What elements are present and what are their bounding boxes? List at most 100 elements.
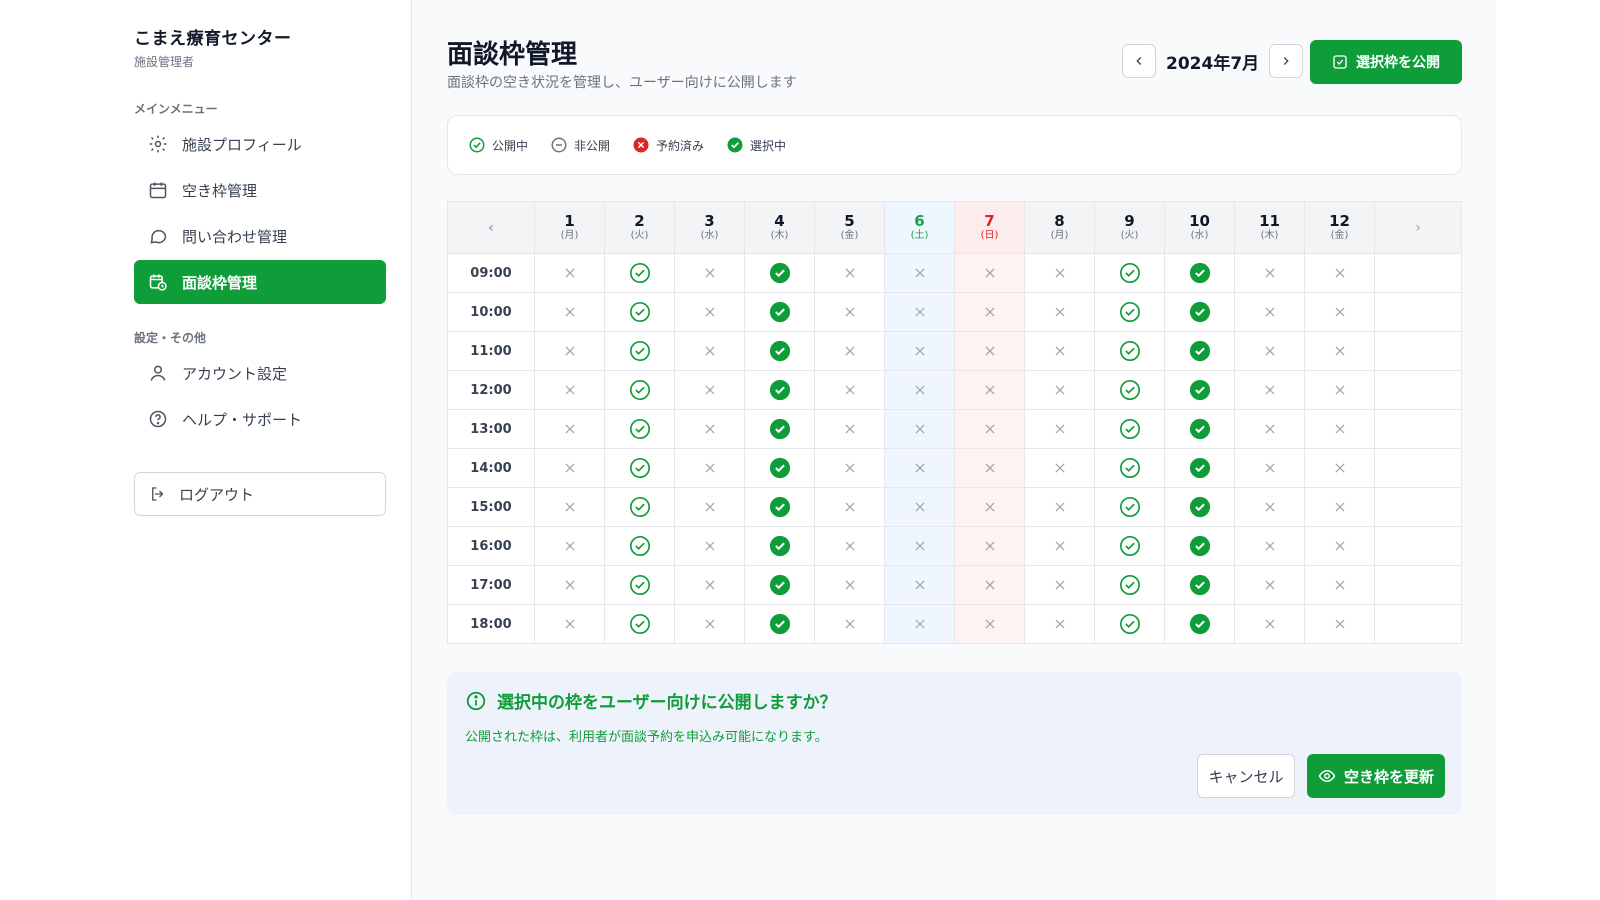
slot-cell[interactable]: [1024, 449, 1094, 487]
slot-cell[interactable]: [1024, 254, 1094, 292]
slot-cell[interactable]: [1304, 410, 1374, 448]
slot-cell[interactable]: [674, 410, 744, 448]
next-month-button[interactable]: [1269, 44, 1304, 78]
slot-cell[interactable]: [954, 488, 1024, 526]
slot-cell[interactable]: [1024, 293, 1094, 331]
slot-cell[interactable]: [1094, 254, 1164, 292]
slot-cell[interactable]: [814, 332, 884, 370]
slot-cell[interactable]: [1234, 332, 1304, 370]
sidebar-item-interview-slots[interactable]: 面談枠管理: [134, 260, 386, 304]
slot-cell[interactable]: [534, 488, 604, 526]
slot-cell[interactable]: [1304, 488, 1374, 526]
slot-cell[interactable]: [884, 293, 954, 331]
slot-cell[interactable]: [954, 254, 1024, 292]
publish-selected-button[interactable]: 選択枠を公開: [1310, 40, 1462, 84]
slot-cell[interactable]: [884, 566, 954, 604]
slot-cell[interactable]: [534, 527, 604, 565]
slot-cell[interactable]: [954, 605, 1024, 643]
slot-cell[interactable]: [1234, 566, 1304, 604]
slot-cell[interactable]: [604, 332, 674, 370]
slot-cell[interactable]: [1164, 254, 1234, 292]
slot-cell[interactable]: [744, 254, 814, 292]
slot-cell[interactable]: [814, 254, 884, 292]
cancel-button[interactable]: キャンセル: [1197, 754, 1295, 798]
slot-cell[interactable]: [1304, 293, 1374, 331]
slot-cell[interactable]: [674, 566, 744, 604]
slot-cell[interactable]: [1164, 488, 1234, 526]
slot-cell[interactable]: [1164, 449, 1234, 487]
slot-cell[interactable]: [744, 488, 814, 526]
slot-cell[interactable]: [954, 566, 1024, 604]
slot-cell[interactable]: [814, 449, 884, 487]
sidebar-item-facility-profile[interactable]: 施設プロフィール: [134, 122, 386, 166]
slot-cell[interactable]: [1024, 332, 1094, 370]
slot-cell[interactable]: [744, 371, 814, 409]
slot-cell[interactable]: [744, 293, 814, 331]
slot-cell[interactable]: [1094, 332, 1164, 370]
slot-cell[interactable]: [1094, 371, 1164, 409]
slot-cell[interactable]: [1234, 254, 1304, 292]
slot-cell[interactable]: [1304, 527, 1374, 565]
slot-cell[interactable]: [814, 488, 884, 526]
slot-cell[interactable]: [1024, 605, 1094, 643]
slot-cell[interactable]: [534, 449, 604, 487]
slot-cell[interactable]: [1164, 293, 1234, 331]
slot-cell[interactable]: [1094, 488, 1164, 526]
slot-cell[interactable]: [814, 293, 884, 331]
slot-cell[interactable]: [1234, 410, 1304, 448]
slot-cell[interactable]: [744, 605, 814, 643]
slot-cell[interactable]: [1094, 293, 1164, 331]
slot-cell[interactable]: [814, 371, 884, 409]
update-slots-button[interactable]: 空き枠を更新: [1307, 754, 1445, 798]
slot-cell[interactable]: [744, 566, 814, 604]
slot-cell[interactable]: [1024, 488, 1094, 526]
slot-cell[interactable]: [1304, 371, 1374, 409]
slot-cell[interactable]: [1234, 449, 1304, 487]
slot-cell[interactable]: [1094, 449, 1164, 487]
slot-cell[interactable]: [1164, 410, 1234, 448]
slot-cell[interactable]: [954, 293, 1024, 331]
slot-cell[interactable]: [954, 371, 1024, 409]
slot-cell[interactable]: [744, 527, 814, 565]
slot-cell[interactable]: [604, 254, 674, 292]
slot-cell[interactable]: [534, 566, 604, 604]
slot-cell[interactable]: [534, 410, 604, 448]
slot-cell[interactable]: [884, 371, 954, 409]
slot-cell[interactable]: [1304, 605, 1374, 643]
slot-cell[interactable]: [1304, 566, 1374, 604]
sidebar-item-inquiries[interactable]: 問い合わせ管理: [134, 214, 386, 258]
logout-button[interactable]: ログアウト: [134, 472, 386, 516]
slot-cell[interactable]: [744, 449, 814, 487]
slot-cell[interactable]: [1094, 566, 1164, 604]
slot-cell[interactable]: [1024, 371, 1094, 409]
slot-cell[interactable]: [534, 332, 604, 370]
slot-cell[interactable]: [604, 527, 674, 565]
slot-cell[interactable]: [814, 566, 884, 604]
slot-cell[interactable]: [814, 527, 884, 565]
slot-cell[interactable]: [884, 410, 954, 448]
slot-cell[interactable]: [884, 488, 954, 526]
slot-cell[interactable]: [1094, 527, 1164, 565]
slot-cell[interactable]: [1164, 605, 1234, 643]
sidebar-item-vacancy[interactable]: 空き枠管理: [134, 168, 386, 212]
slot-cell[interactable]: [1234, 488, 1304, 526]
slot-cell[interactable]: [884, 254, 954, 292]
slot-cell[interactable]: [604, 605, 674, 643]
slot-cell[interactable]: [884, 332, 954, 370]
slot-cell[interactable]: [674, 293, 744, 331]
slot-cell[interactable]: [1164, 527, 1234, 565]
slot-cell[interactable]: [1094, 410, 1164, 448]
slot-cell[interactable]: [534, 293, 604, 331]
slot-cell[interactable]: [674, 449, 744, 487]
slot-cell[interactable]: [604, 488, 674, 526]
slot-cell[interactable]: [1234, 293, 1304, 331]
slot-cell[interactable]: [884, 527, 954, 565]
slot-cell[interactable]: [884, 449, 954, 487]
slot-cell[interactable]: [1304, 254, 1374, 292]
slot-cell[interactable]: [1164, 332, 1234, 370]
slot-cell[interactable]: [1304, 449, 1374, 487]
slot-cell[interactable]: [1234, 605, 1304, 643]
prev-month-button[interactable]: [1122, 44, 1156, 78]
slot-cell[interactable]: [604, 449, 674, 487]
slot-cell[interactable]: [1164, 371, 1234, 409]
